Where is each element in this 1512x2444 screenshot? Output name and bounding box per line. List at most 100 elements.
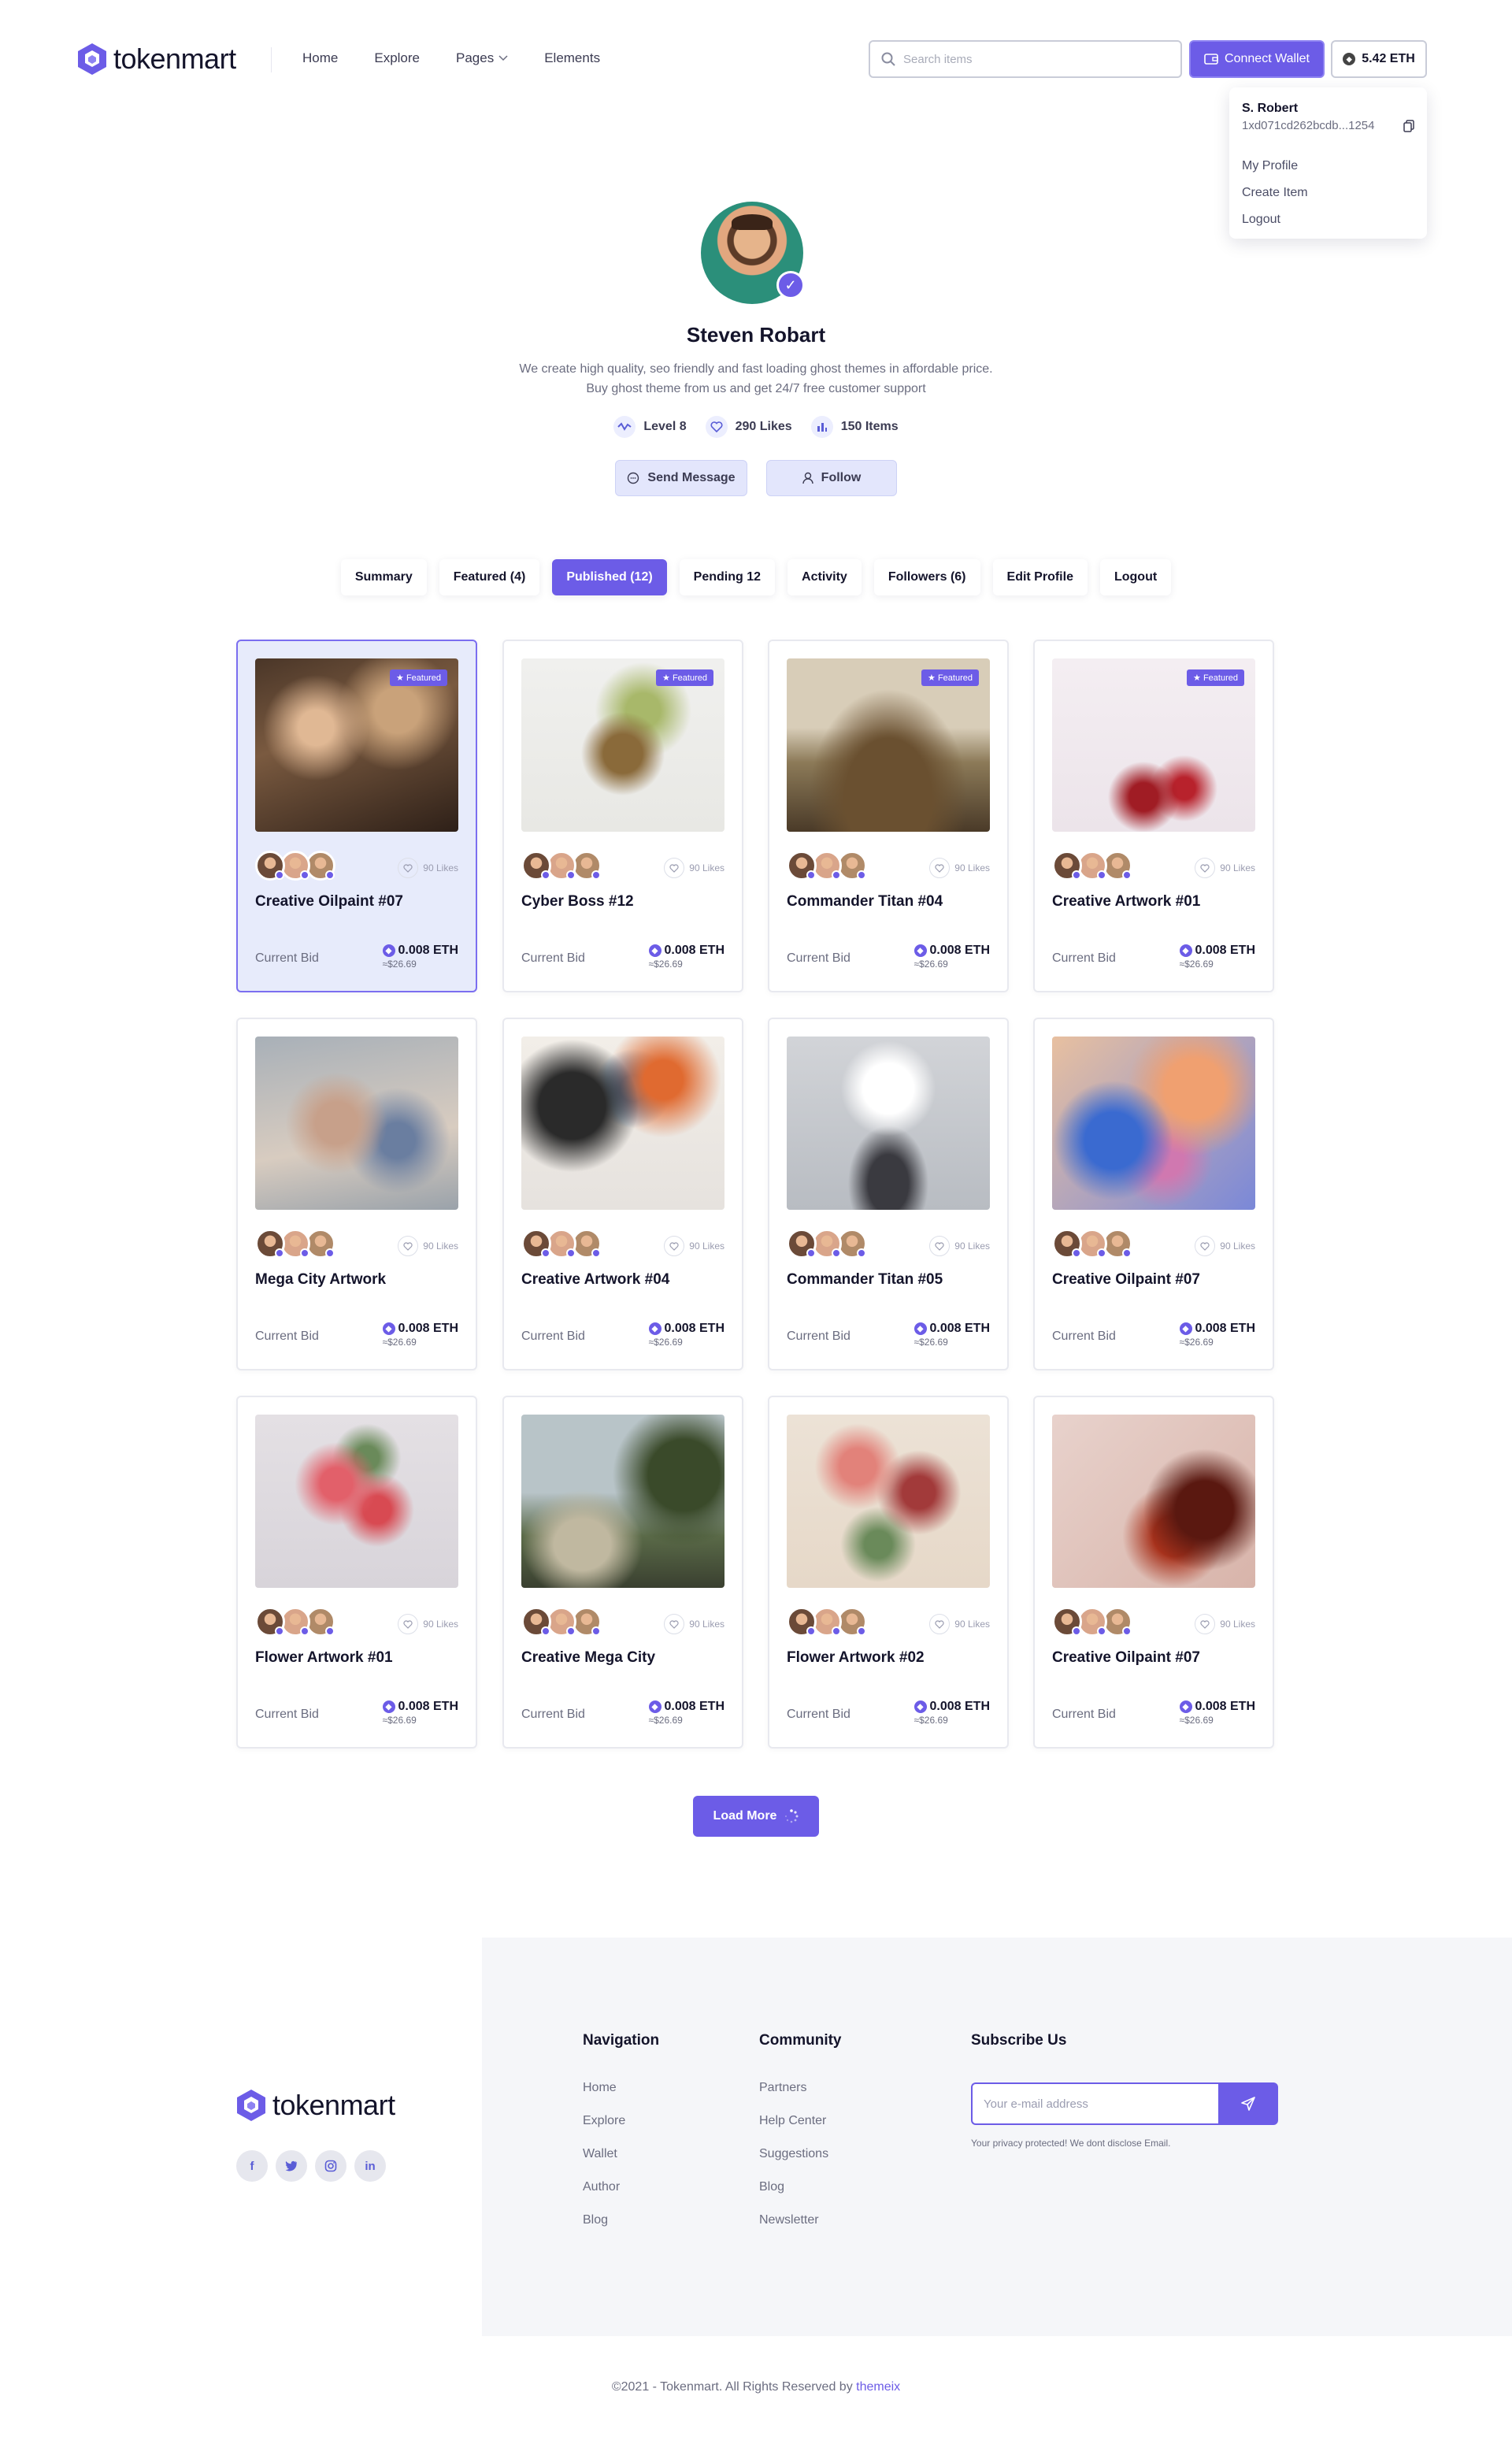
nft-title[interactable]: Creative Oilpaint #07 [1052, 1649, 1200, 1667]
likes-counter[interactable]: 90 Likes [929, 858, 990, 878]
email-field[interactable] [971, 2082, 1218, 2125]
nav-home[interactable]: Home [302, 50, 338, 66]
footer-link-blog[interactable]: Blog [583, 2213, 659, 2227]
footer-link-author[interactable]: Author [583, 2180, 659, 2194]
likes-counter[interactable]: 90 Likes [929, 1236, 990, 1256]
likes-counter[interactable]: 90 Likes [398, 1614, 458, 1634]
nft-title[interactable]: Mega City Artwork [255, 1271, 386, 1289]
twitter-icon[interactable] [276, 2150, 307, 2182]
footer-link-newsletter[interactable]: Newsletter [759, 2213, 842, 2227]
nft-card[interactable]: 90 Likes Mega City Artwork Current Bid ◆ 0.0… [236, 1018, 477, 1370]
nft-title[interactable]: Creative Mega City [521, 1649, 655, 1667]
likes-counter[interactable]: 90 Likes [1195, 1614, 1255, 1634]
likes-counter[interactable]: 90 Likes [398, 1236, 458, 1256]
avatar[interactable] [521, 1607, 551, 1637]
dropdown-logout[interactable]: Logout [1242, 213, 1414, 227]
nft-card[interactable]: 90 Likes Commander Titan #05 Current Bid ◆ 0… [768, 1018, 1009, 1370]
tab-pending[interactable]: Pending 12 [679, 559, 776, 595]
credit-link[interactable]: themeix [856, 2380, 900, 2394]
nft-title[interactable]: Creative Artwork #04 [521, 1271, 669, 1289]
linkedin-icon[interactable]: in [354, 2150, 386, 2182]
nft-card[interactable]: 90 Likes Flower Artwork #01 Current Bid ◆ 0.… [236, 1396, 477, 1749]
nft-artwork-image[interactable] [255, 1037, 458, 1210]
avatar[interactable] [787, 851, 817, 881]
nft-title[interactable]: Creative Oilpaint #07 [1052, 1271, 1200, 1289]
nft-title[interactable]: Creative Artwork #01 [1052, 893, 1200, 910]
nft-artwork-image[interactable] [787, 1415, 990, 1588]
avatar[interactable] [255, 1229, 285, 1259]
balance-button[interactable]: ◆ 5.42 ETH [1331, 40, 1427, 78]
footer-logo[interactable]: tokenmart [236, 2089, 395, 2122]
search-input[interactable] [903, 52, 1155, 66]
likes-counter[interactable]: 90 Likes [664, 1236, 724, 1256]
avatar[interactable] [255, 1607, 285, 1637]
tab-activity[interactable]: Activity [788, 559, 862, 595]
footer-link-home[interactable]: Home [583, 2081, 659, 2095]
nft-card[interactable]: 90 Likes Creative Oilpaint #07 Current Bid… [1033, 1396, 1274, 1749]
nft-title[interactable]: Creative Oilpaint #07 [255, 893, 403, 910]
tab-followers[interactable]: Followers (6) [873, 559, 980, 595]
tab-published[interactable]: Published (12) [552, 559, 667, 595]
likes-counter[interactable]: 90 Likes [398, 858, 458, 878]
avatar[interactable] [521, 851, 551, 881]
connect-wallet-button[interactable]: Connect Wallet [1189, 40, 1325, 78]
nft-artwork-image[interactable]: ★ Featured [521, 658, 724, 832]
nft-artwork-image[interactable] [521, 1415, 724, 1588]
footer-link-partners[interactable]: Partners [759, 2081, 842, 2095]
tab-logout[interactable]: Logout [1099, 559, 1172, 595]
nft-title[interactable]: Flower Artwork #02 [787, 1649, 925, 1667]
nft-card[interactable]: ★ Featured 90 Likes Creative Oilpaint #07 C… [236, 640, 477, 992]
nft-artwork-image[interactable] [255, 1415, 458, 1588]
nft-artwork-image[interactable] [1052, 1415, 1255, 1588]
nft-card[interactable]: ★ Featured 90 Likes Creative Artwork #01 Cu… [1033, 640, 1274, 992]
subscribe-button[interactable] [1218, 2082, 1278, 2125]
avatar[interactable] [1052, 1229, 1082, 1259]
nft-card[interactable]: 90 Likes Creative Oilpaint #07 Current Bid… [1033, 1018, 1274, 1370]
nav-elements[interactable]: Elements [544, 50, 600, 66]
nft-artwork-image[interactable]: ★ Featured [1052, 658, 1255, 832]
likes-counter[interactable]: 90 Likes [1195, 858, 1255, 878]
nft-title[interactable]: Commander Titan #04 [787, 893, 943, 910]
footer-link-help-center[interactable]: Help Center [759, 2114, 842, 2128]
avatar[interactable] [255, 851, 285, 881]
nft-title[interactable]: Cyber Boss #12 [521, 893, 634, 910]
nft-artwork-image[interactable] [787, 1037, 990, 1210]
instagram-icon[interactable] [315, 2150, 346, 2182]
nft-title[interactable]: Flower Artwork #01 [255, 1649, 393, 1667]
dropdown-create-item[interactable]: Create Item [1242, 186, 1414, 200]
avatar[interactable] [1052, 851, 1082, 881]
nft-card[interactable]: 90 Likes Creative Artwork #04 Current Bid ◆… [502, 1018, 743, 1370]
logo[interactable]: tokenmart [77, 43, 236, 76]
tab-summary[interactable]: Summary [340, 559, 427, 595]
nft-artwork-image[interactable] [521, 1037, 724, 1210]
nft-card[interactable]: 90 Likes Creative Mega City Current Bid ◆ 0.… [502, 1396, 743, 1749]
footer-link-wallet[interactable]: Wallet [583, 2147, 659, 2161]
nft-title[interactable]: Commander Titan #05 [787, 1271, 943, 1289]
tab-edit-profile[interactable]: Edit Profile [992, 559, 1088, 595]
follow-button[interactable]: Follow [766, 460, 897, 496]
copy-icon[interactable] [1403, 119, 1414, 132]
likes-counter[interactable]: 90 Likes [664, 858, 724, 878]
facebook-icon[interactable]: f [236, 2150, 268, 2182]
avatar[interactable] [521, 1229, 551, 1259]
likes-counter[interactable]: 90 Likes [1195, 1236, 1255, 1256]
dropdown-my-profile[interactable]: My Profile [1242, 159, 1414, 173]
tab-featured[interactable]: Featured (4) [439, 559, 540, 595]
footer-link-explore[interactable]: Explore [583, 2114, 659, 2128]
likes-counter[interactable]: 90 Likes [929, 1614, 990, 1634]
nft-card[interactable]: ★ Featured 90 Likes Cyber Boss #12 Current … [502, 640, 743, 992]
likes-counter[interactable]: 90 Likes [664, 1614, 724, 1634]
nft-artwork-image[interactable] [1052, 1037, 1255, 1210]
nav-pages[interactable]: Pages [456, 50, 508, 66]
avatar[interactable] [787, 1229, 817, 1259]
footer-link-suggestions[interactable]: Suggestions [759, 2147, 842, 2161]
avatar[interactable] [1052, 1607, 1082, 1637]
nft-artwork-image[interactable]: ★ Featured [255, 658, 458, 832]
send-message-button[interactable]: Send Message [615, 460, 747, 496]
nav-explore[interactable]: Explore [374, 50, 420, 66]
load-more-button[interactable]: Load More [693, 1796, 819, 1837]
avatar[interactable] [787, 1607, 817, 1637]
nft-card[interactable]: ★ Featured 90 Likes Commander Titan #04 Cur… [768, 640, 1009, 992]
nft-card[interactable]: 90 Likes Flower Artwork #02 Current Bid ◆ 0.… [768, 1396, 1009, 1749]
footer-link-community-blog[interactable]: Blog [759, 2180, 842, 2194]
